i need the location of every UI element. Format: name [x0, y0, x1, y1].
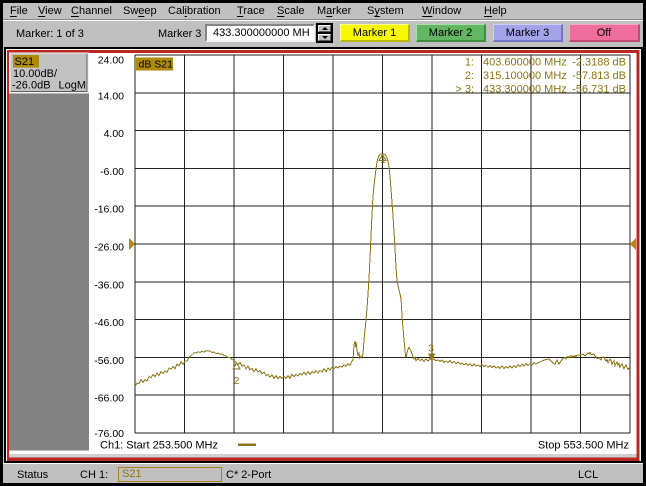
svg-text:1:: 1: — [465, 57, 474, 69]
svg-text:-16.00: -16.00 — [94, 204, 124, 216]
svg-text:-6.00: -6.00 — [100, 166, 124, 178]
svg-text:-56.00: -56.00 — [94, 355, 124, 367]
svg-text:-46.00: -46.00 — [94, 317, 124, 329]
svg-text:Ch1: Start 253.500 MHz: Ch1: Start 253.500 MHz — [100, 440, 218, 452]
svg-text:-66.00: -66.00 — [94, 393, 124, 405]
svg-text:-2.3188 dB: -2.3188 dB — [572, 57, 626, 69]
svg-text:4.00: 4.00 — [104, 128, 125, 140]
svg-text:-57.813 dB: -57.813 dB — [572, 70, 626, 82]
svg-text:Stop 553.500 MHz: Stop 553.500 MHz — [538, 440, 629, 452]
svg-text:14.00: 14.00 — [98, 90, 124, 102]
svg-text:-26.0dB: -26.0dB — [12, 80, 51, 92]
svg-text:> 3:: > 3: — [455, 84, 474, 96]
svg-text:24.00: 24.00 — [98, 55, 124, 67]
svg-text:LogM: LogM — [58, 80, 86, 92]
svg-text:-26.00: -26.00 — [94, 242, 124, 254]
svg-text:-36.00: -36.00 — [94, 279, 124, 291]
svg-text:3: 3 — [428, 343, 434, 355]
svg-text:433.300000 MHz: 433.300000 MHz — [483, 84, 567, 96]
svg-text:-76.00: -76.00 — [94, 428, 124, 440]
svg-text:403.600000 MHz: 403.600000 MHz — [483, 57, 567, 69]
svg-text:1: 1 — [380, 154, 386, 166]
svg-text:-56.731 dB: -56.731 dB — [572, 84, 626, 96]
svg-text:2: 2 — [234, 375, 240, 387]
svg-text:2:: 2: — [465, 70, 474, 82]
svg-text:315.100000 MHz: 315.100000 MHz — [483, 70, 567, 82]
svg-text:10.00dB/: 10.00dB/ — [13, 68, 58, 80]
svg-text:S21: S21 — [15, 56, 35, 68]
svg-text:dB S21: dB S21 — [139, 59, 174, 71]
